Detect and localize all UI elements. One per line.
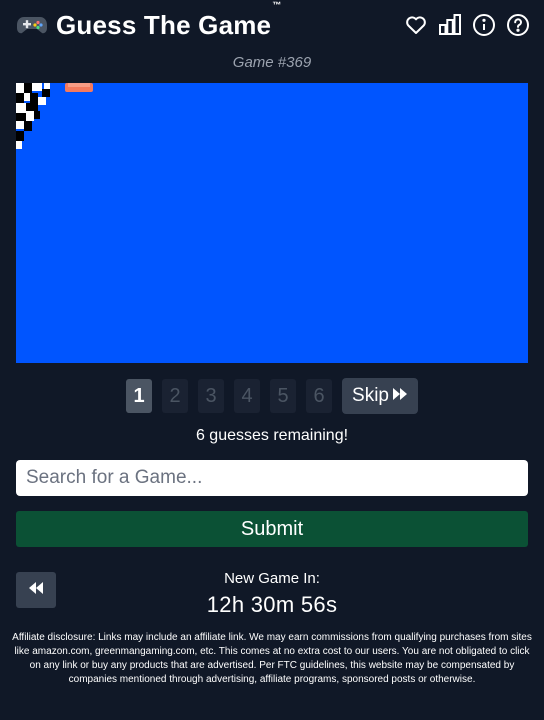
guesses-remaining: 6 guesses remaining!	[195, 427, 349, 444]
game-controller-icon	[16, 13, 48, 37]
fast-forward-icon	[392, 385, 408, 407]
attempt-4-button[interactable]: 4	[234, 379, 261, 413]
attempt-1-button[interactable]: 1	[126, 379, 153, 413]
countdown-timer: 12h 30m 56s	[206, 592, 338, 617]
search-input[interactable]	[16, 460, 528, 496]
game-number: Game #369	[232, 54, 312, 71]
header-actions	[404, 13, 530, 37]
pixel-art-corner	[16, 83, 93, 149]
submit-button[interactable]: Submit	[16, 511, 528, 547]
brand[interactable]: Guess The Game™	[16, 0, 282, 41]
trademark-symbol: ™	[272, 0, 282, 10]
skip-label: Skip	[352, 385, 389, 406]
help-icon[interactable]	[506, 13, 530, 37]
attempt-6-button[interactable]: 6	[306, 379, 333, 413]
bar-chart-icon[interactable]	[438, 13, 462, 37]
heart-icon[interactable]	[404, 13, 428, 37]
attempt-2-button[interactable]: 2	[162, 379, 189, 413]
attempt-3-button[interactable]: 3	[198, 379, 225, 413]
info-icon[interactable]	[472, 13, 496, 37]
new-game-label: New Game In:	[224, 570, 320, 587]
game-screenshot	[16, 83, 528, 363]
skip-button[interactable]: Skip	[342, 378, 418, 414]
attempt-5-button[interactable]: 5	[270, 379, 297, 413]
header: Guess The Game™	[16, 0, 530, 42]
attempt-selector: 1 2 3 4 5 6 Skip	[0, 378, 544, 414]
affiliate-disclaimer: Affiliate disclosure: Links may include …	[12, 632, 532, 685]
app-title: Guess The Game™	[56, 0, 282, 40]
